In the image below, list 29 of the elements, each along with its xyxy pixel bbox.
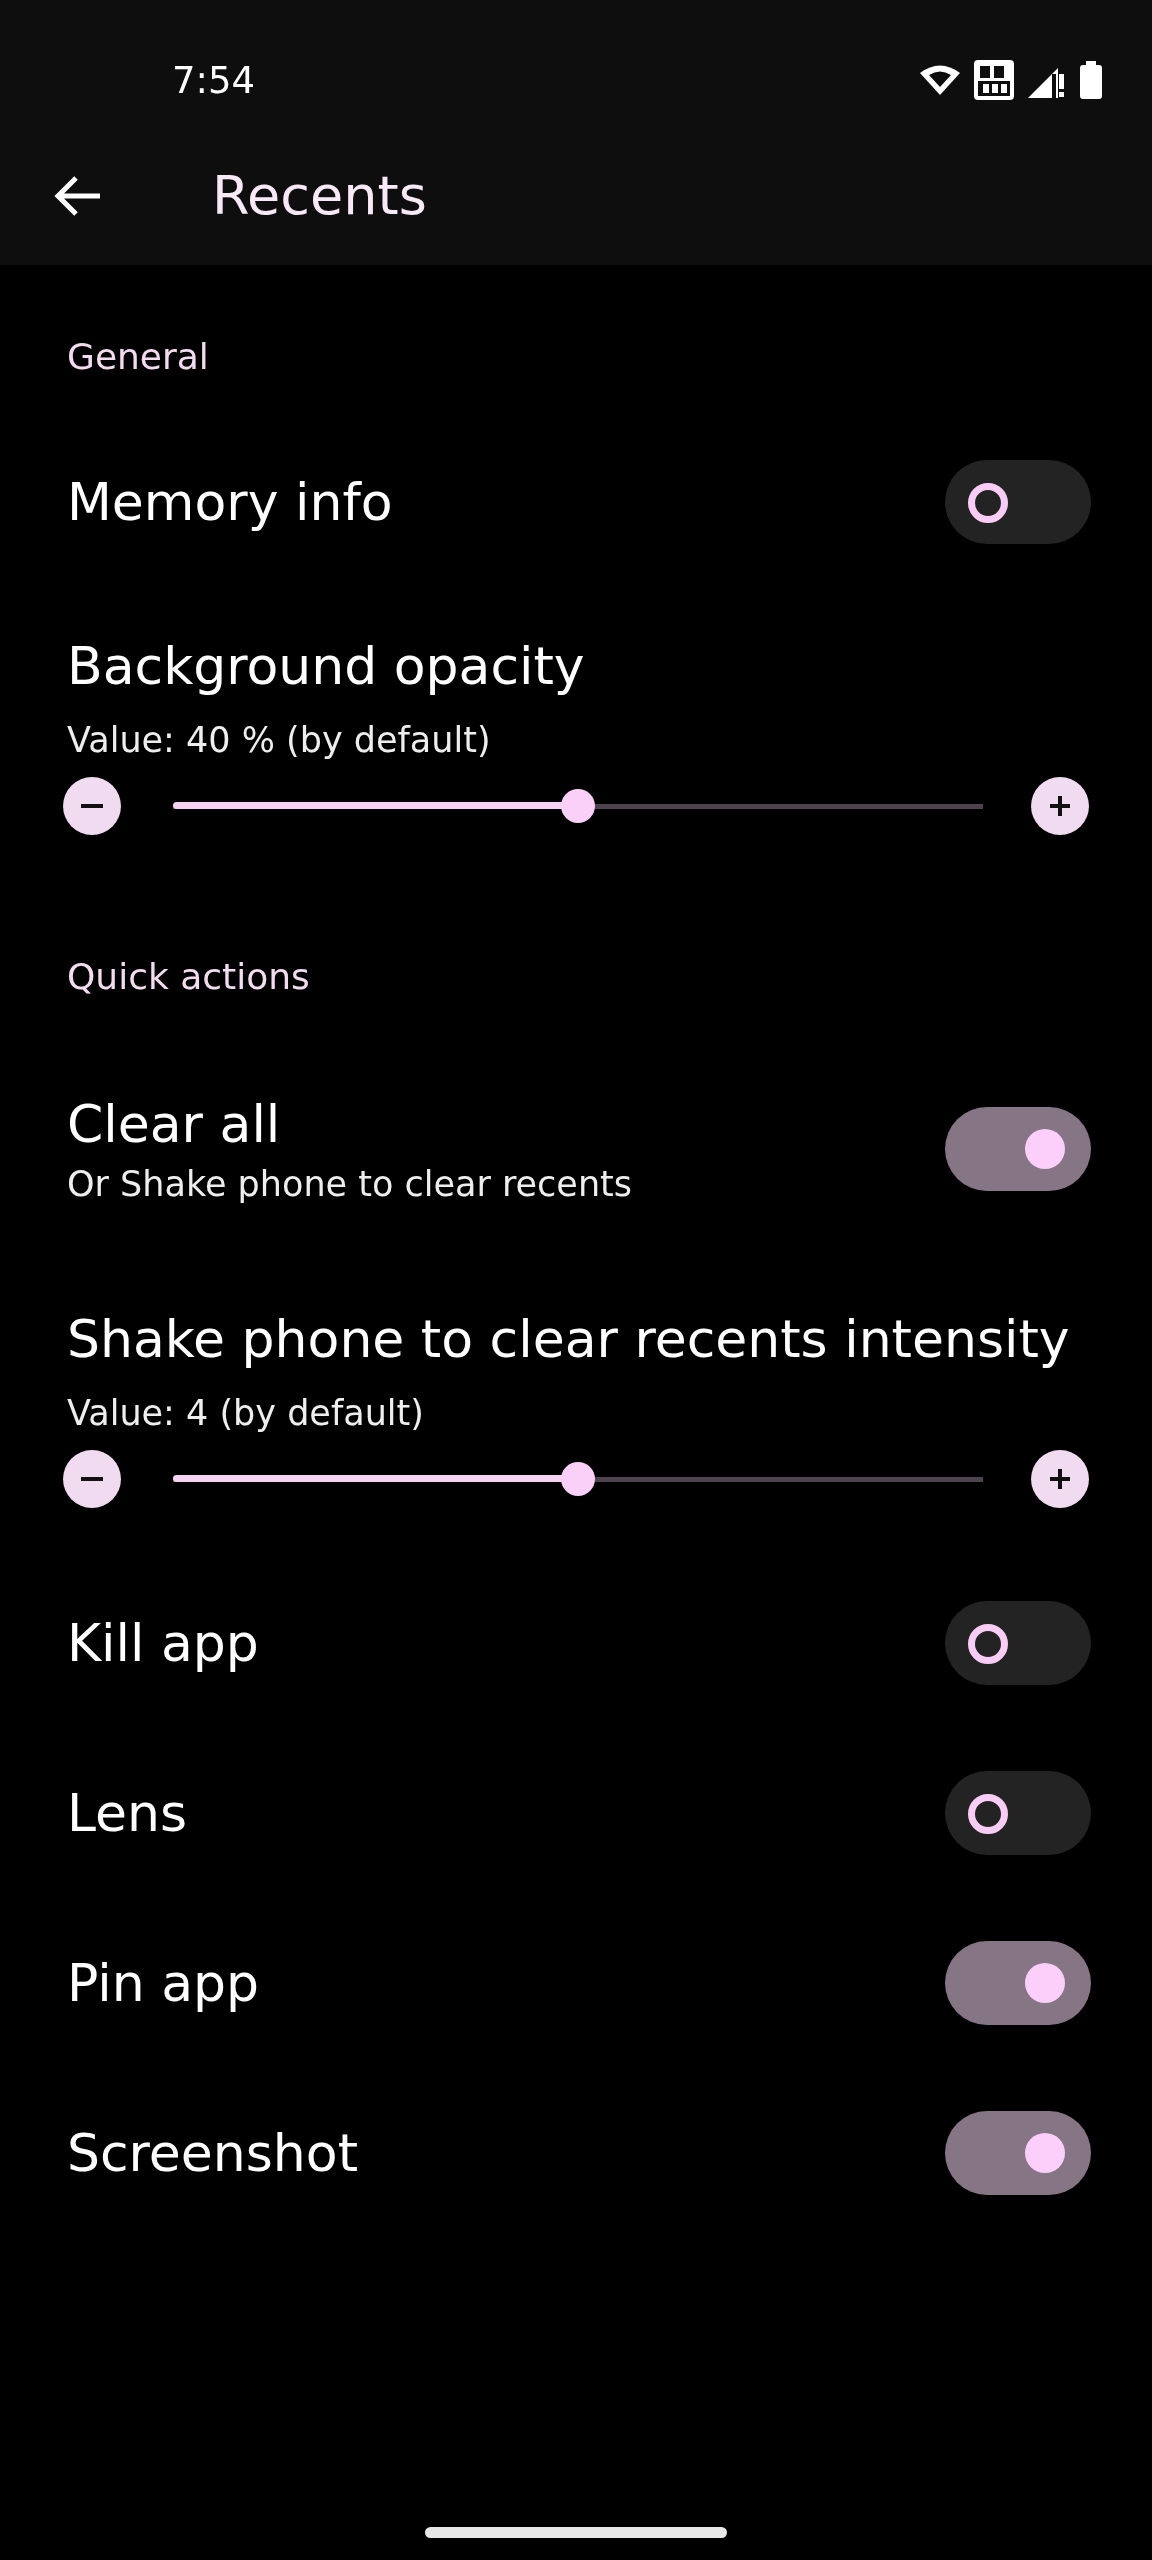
minus-button[interactable]: [63, 777, 121, 835]
setting-value: Value: 4 (by default): [67, 1393, 425, 1433]
slider-thumb[interactable]: [561, 789, 595, 823]
plus-button[interactable]: [1031, 1450, 1089, 1508]
setting-title: Lens: [67, 1783, 188, 1843]
plus-icon: [1047, 793, 1073, 819]
slider-thumb[interactable]: [561, 1462, 595, 1496]
page-title: Recents: [212, 164, 427, 227]
volte-icon: [974, 60, 1014, 100]
minus-button[interactable]: [63, 1450, 121, 1508]
setting-value: Value: 40 % (by default): [67, 720, 492, 760]
setting-title: Pin app: [67, 1953, 260, 2013]
minus-icon: [81, 1477, 103, 1481]
section-header: Quick actions: [67, 955, 311, 999]
minus-icon: [81, 804, 103, 808]
wifi-icon: [920, 64, 960, 96]
setting-title: Clear all: [67, 1093, 282, 1154]
setting-title: Screenshot: [67, 2123, 359, 2183]
setting-title: Background opacity: [67, 636, 586, 696]
status-time: 7:54: [172, 58, 256, 102]
section-header: General: [67, 335, 210, 379]
setting-subtitle: Or Shake phone to clear recents: [67, 1163, 633, 1204]
setting-title: Memory info: [67, 472, 393, 532]
battery-icon: [1080, 61, 1102, 99]
setting-title: Shake phone to clear recents intensity: [67, 1309, 1071, 1369]
setting-title: Kill app: [67, 1613, 259, 1673]
plus-button[interactable]: [1031, 777, 1089, 835]
plus-icon: [1047, 1466, 1073, 1492]
navigation-handle[interactable]: [425, 2527, 727, 2538]
